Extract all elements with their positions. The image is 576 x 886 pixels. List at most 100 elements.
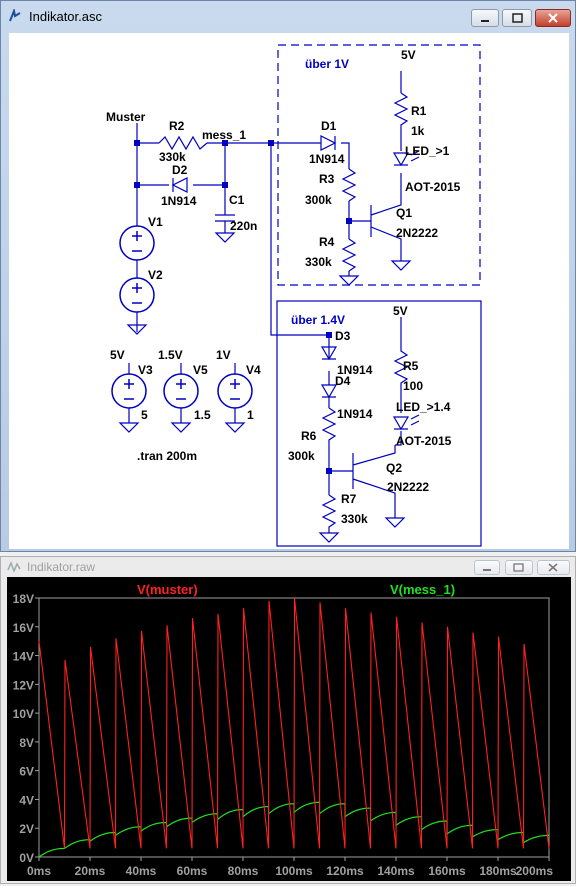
maximize-icon — [513, 563, 524, 572]
v1-name: V1 — [148, 215, 163, 229]
r7-value: 330k — [341, 512, 368, 526]
maximize-button[interactable] — [502, 9, 532, 27]
box-over-1-4v — [276, 300, 482, 547]
x-tick-label: 80ms — [228, 864, 259, 878]
x-tick-label: 140ms — [377, 864, 415, 878]
y-tick-label: 6V — [19, 765, 34, 779]
y-tick-label: 0V — [19, 851, 34, 865]
x-tick-label: 0ms — [27, 864, 51, 878]
minimize-button[interactable] — [471, 9, 499, 27]
plot-titlebar[interactable]: Indikator.raw — [1, 557, 576, 577]
x-tick-label: 180ms — [479, 864, 517, 878]
close-icon — [548, 13, 558, 23]
v2-name: V2 — [148, 268, 163, 282]
d4-value: 1N914 — [337, 407, 373, 421]
ground-6 — [339, 275, 359, 286]
c1-name: C1 — [229, 193, 245, 207]
plot-close-button[interactable] — [537, 560, 570, 575]
d2-name: D2 — [172, 163, 188, 177]
legend-v-muster[interactable]: V(muster) — [137, 582, 198, 597]
v3-top: 5V — [110, 348, 125, 362]
v4-name: V4 — [246, 363, 261, 377]
source-v2[interactable] — [119, 277, 155, 313]
waveform-plot[interactable]: V(muster) V(mess_1) 0V 2V 4V 6V 8V 10V 12V 14V 1… — [7, 577, 571, 881]
waveform-icon — [7, 560, 21, 574]
r2-name: R2 — [169, 119, 185, 133]
minimize-icon — [481, 20, 489, 22]
v3-value: 5 — [141, 408, 148, 422]
q1-value: 2N2222 — [396, 226, 438, 240]
tran-directive[interactable]: .tran 200m — [137, 449, 197, 463]
r6-value: 300k — [288, 449, 315, 463]
ground-2 — [215, 232, 235, 243]
q2-value: 2N2222 — [387, 480, 429, 494]
source-v5[interactable] — [163, 373, 199, 409]
schematic-window: Indikator.asc über 1V über 1.4V Muster m… — [0, 0, 576, 552]
r3-name: R3 — [319, 172, 335, 186]
y-tick-label: 8V — [19, 736, 34, 750]
ground-8 — [319, 532, 339, 543]
legend-v-mess[interactable]: V(mess_1) — [390, 582, 455, 597]
r6-name: R6 — [301, 429, 317, 443]
ground-7 — [391, 260, 411, 271]
d4-name: D4 — [335, 374, 351, 388]
close-button[interactable] — [535, 9, 571, 27]
x-tick-label: 40ms — [126, 864, 157, 878]
v5-top: 1.5V — [158, 348, 183, 362]
waveform-chart[interactable]: V(muster) V(mess_1) 0V 2V 4V 6V 8V 10V 12V 14V 1… — [7, 577, 571, 881]
led2-value: AOT-2015 — [396, 434, 452, 448]
c1-value: 220n — [230, 219, 257, 233]
led-2[interactable] — [392, 414, 420, 431]
plot-window: Indikator.raw V(muster) V(mess_1) 0V 2V 4V… — [0, 556, 576, 884]
schematic-window-title: Indikator.asc — [29, 9, 102, 24]
led1-value: AOT-2015 — [405, 180, 461, 194]
ground-5 — [225, 422, 245, 433]
diode-d1[interactable] — [320, 135, 337, 151]
r4-name: R4 — [319, 235, 335, 249]
q1-name: Q1 — [396, 206, 412, 220]
y-tick-label: 14V — [13, 650, 34, 664]
source-v1[interactable] — [119, 225, 155, 261]
ground-9 — [385, 517, 405, 528]
schematic-drawing[interactable]: über 1V über 1.4V Muster mess_1 R2 330k … — [9, 33, 569, 549]
q2-name: Q2 — [386, 461, 402, 475]
minimize-icon — [483, 569, 491, 571]
v4-top: 1V — [216, 348, 231, 362]
d1-value: 1N914 — [309, 152, 345, 166]
r1-name: R1 — [411, 104, 427, 118]
r5-name: R5 — [403, 359, 419, 373]
schematic-titlebar[interactable]: Indikator.asc — [1, 1, 576, 31]
box-over-1v-label: über 1V — [305, 57, 349, 71]
maximize-icon — [512, 13, 523, 23]
v5-name: V5 — [193, 363, 208, 377]
d2-value: 1N914 — [161, 194, 197, 208]
y-tick-label: 12V — [13, 678, 34, 692]
led2-name: LED_>1.4 — [396, 400, 451, 414]
net-label-mess: mess_1 — [202, 128, 246, 142]
ground-4 — [171, 422, 191, 433]
plot-window-title: Indikator.raw — [27, 560, 96, 574]
y-axis: 0V 2V 4V 6V 8V 10V 12V 14V 16V 18V — [13, 592, 39, 865]
diode-d2[interactable] — [171, 177, 188, 193]
ground-3 — [119, 422, 139, 433]
r7-name: R7 — [341, 492, 357, 506]
x-tick-label: 20ms — [75, 864, 106, 878]
box-over-1-4v-label: über 1.4V — [291, 313, 345, 327]
traces — [38, 597, 550, 858]
diode-d4[interactable] — [320, 384, 338, 399]
led1-name: LED_>1 — [405, 144, 450, 158]
y-tick-label: 18V — [13, 592, 34, 606]
d3-name: D3 — [335, 329, 351, 343]
schematic-canvas[interactable]: über 1V über 1.4V Muster mess_1 R2 330k … — [9, 33, 569, 549]
source-v4[interactable] — [217, 373, 253, 409]
v4-value: 1 — [247, 408, 254, 422]
v3-name: V3 — [138, 363, 153, 377]
x-tick-label: 120ms — [326, 864, 364, 878]
plot-maximize-button[interactable] — [505, 560, 533, 575]
v5-value: 1.5 — [194, 408, 211, 422]
x-tick-label: 200ms — [516, 864, 554, 878]
r2-value: 330k — [159, 150, 186, 164]
source-v3[interactable] — [111, 373, 147, 409]
close-icon — [548, 563, 558, 572]
plot-minimize-button[interactable] — [474, 560, 500, 575]
